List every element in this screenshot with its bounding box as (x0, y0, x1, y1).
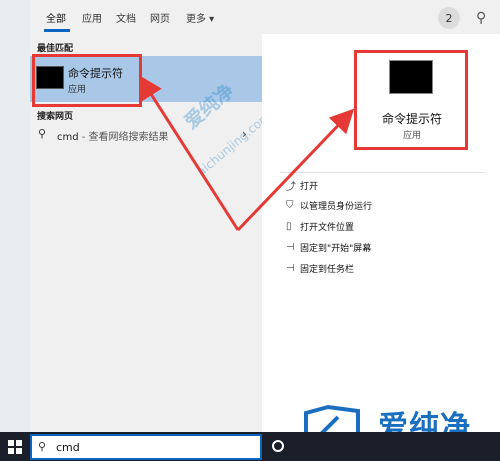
taskbar-search-box[interactable]: ⚲ cmd (30, 434, 262, 460)
arrow-to-right-box (236, 108, 355, 232)
annotation-arrows (138, 74, 355, 232)
windows-start-icon[interactable] (8, 440, 22, 454)
cortana-icon[interactable] (272, 440, 284, 452)
arrow-to-left-box (138, 74, 240, 231)
search-input[interactable]: cmd (56, 441, 80, 454)
taskbar: ⚲ cmd (0, 432, 500, 461)
search-icon: ⚲ (38, 440, 47, 453)
